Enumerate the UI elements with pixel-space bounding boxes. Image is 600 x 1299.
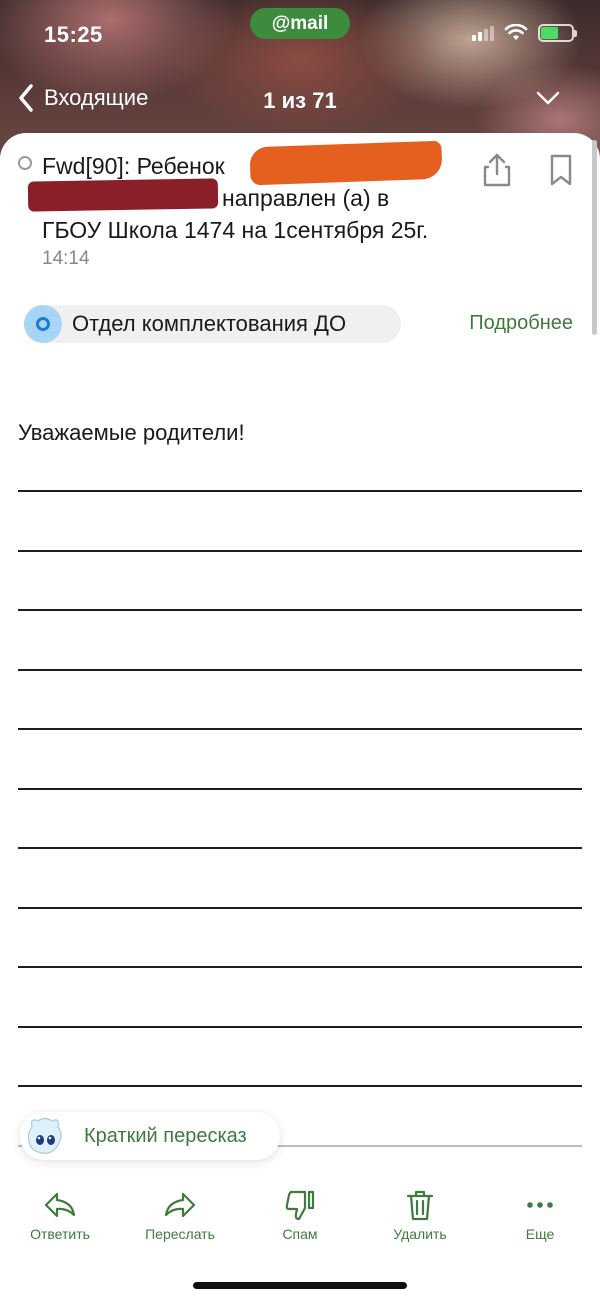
- body-line: [18, 668, 582, 671]
- mail-app-pill[interactable]: @mail: [250, 8, 350, 39]
- sender-avatar: [24, 305, 62, 343]
- bookmark-icon[interactable]: [546, 152, 576, 188]
- back-button[interactable]: Входящие: [18, 84, 148, 112]
- body-line: [18, 906, 582, 909]
- thumbs-down-icon: [285, 1190, 315, 1221]
- sender-chip[interactable]: Отдел комплектования ДО: [24, 305, 401, 343]
- details-link[interactable]: Подробнее: [469, 312, 573, 335]
- back-label: Входящие: [44, 85, 149, 110]
- forward-icon: [164, 1192, 196, 1218]
- forward-label: Переслать: [145, 1226, 215, 1242]
- reply-label: Ответить: [30, 1226, 90, 1242]
- body-line: [18, 609, 582, 611]
- redaction-mark: [27, 178, 219, 212]
- back-chevron-icon: [19, 84, 33, 112]
- subject-line-3: ГБОУ Школа 1474 на 1сентября 25г.: [42, 217, 429, 243]
- signal-icon: [472, 25, 494, 41]
- home-indicator[interactable]: [193, 1282, 407, 1289]
- message-time: 14:14: [42, 248, 90, 269]
- body-line: [18, 549, 582, 552]
- delete-label: Удалить: [393, 1226, 447, 1242]
- nav-bar: Входящие 1 из 71: [0, 82, 600, 122]
- body-line: [18, 966, 582, 968]
- delete-button[interactable]: Удалить: [360, 1188, 480, 1248]
- status-time: 15:25: [44, 22, 103, 47]
- unread-indicator[interactable]: [18, 156, 32, 170]
- message-body-lines: [18, 490, 582, 1204]
- sender-name: Отдел комплектования ДО: [72, 311, 347, 336]
- body-line: [18, 1085, 582, 1087]
- summary-label: Краткий пересказ: [84, 1124, 247, 1147]
- more-icon: [527, 1202, 553, 1208]
- reply-button[interactable]: Ответить: [0, 1188, 120, 1248]
- redaction-mark: [249, 140, 443, 186]
- spam-label: Спам: [282, 1226, 318, 1242]
- body-line: [18, 1025, 582, 1028]
- chevron-down-icon[interactable]: [536, 90, 560, 106]
- status-icons: [472, 24, 577, 42]
- body-line: [18, 787, 582, 790]
- share-icon[interactable]: [480, 152, 514, 188]
- more-label: Еще: [525, 1226, 555, 1242]
- body-line: [18, 728, 582, 730]
- scrollbar[interactable]: [592, 140, 597, 335]
- body-line: [18, 847, 582, 849]
- forward-button[interactable]: Переслать: [120, 1188, 240, 1248]
- mascot-icon: [27, 1117, 62, 1154]
- message-greeting: Уважаемые родители!: [18, 420, 245, 445]
- spam-button[interactable]: Спам: [240, 1188, 360, 1248]
- trash-icon: [406, 1190, 434, 1221]
- body-line: [18, 490, 582, 492]
- battery-icon: [538, 24, 577, 42]
- wifi-icon: [504, 24, 528, 40]
- summary-button[interactable]: Краткий пересказ: [20, 1112, 280, 1160]
- more-button[interactable]: Еще: [480, 1188, 600, 1248]
- bottom-toolbar: Ответить Переслать Спам Удалить Еще: [0, 1188, 600, 1248]
- message-counter: 1 из 71: [263, 88, 337, 113]
- reply-icon: [44, 1192, 76, 1218]
